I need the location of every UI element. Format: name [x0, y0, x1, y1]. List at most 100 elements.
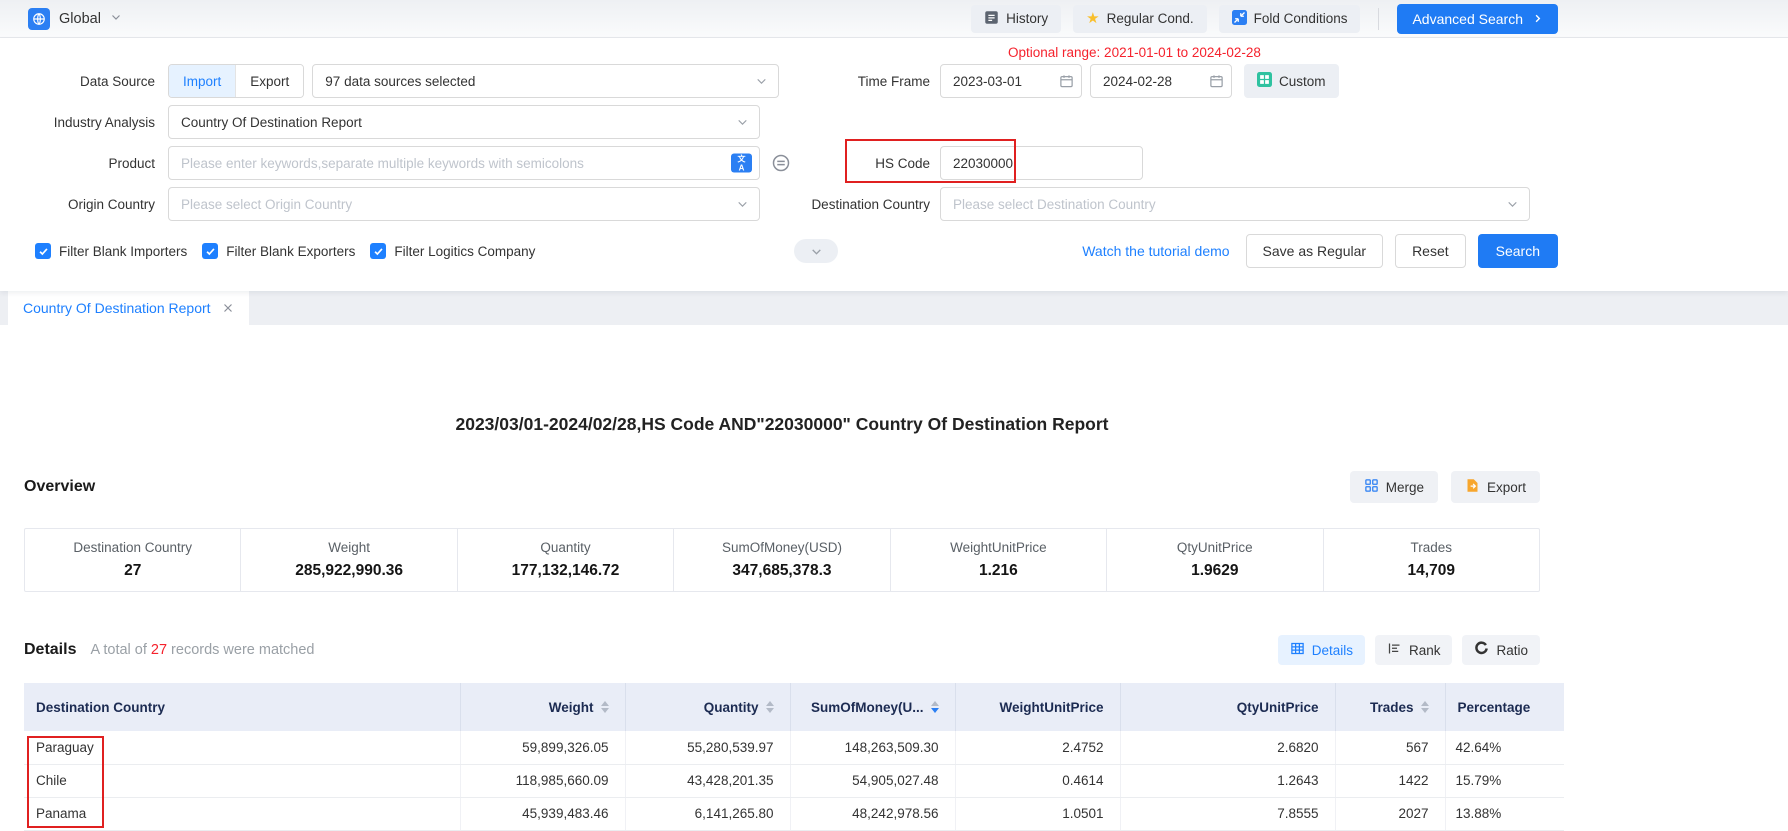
product-input-wrap: 文A: [168, 146, 760, 180]
data-cell: 2.4752: [955, 731, 1120, 764]
export-toggle[interactable]: Export: [235, 65, 303, 97]
data-cell: 118,985,660.09: [460, 764, 625, 797]
checkbox-checked-icon[interactable]: [202, 243, 218, 259]
details-table: Destination CountryWeightQuantitySumOfMo…: [24, 683, 1564, 831]
data-cell: 15.79%: [1445, 764, 1564, 797]
industry-analysis-select[interactable]: Country Of Destination Report: [168, 105, 760, 139]
data-cell: 2027: [1335, 797, 1445, 830]
data-cell: 148,263,509.30: [790, 731, 955, 764]
data-cell: 7.8555: [1120, 797, 1335, 830]
origin-country-label: Origin Country: [0, 197, 155, 212]
table-row[interactable]: Panama45,939,483.466,141,265.8048,242,97…: [24, 797, 1564, 830]
import-toggle[interactable]: Import: [169, 65, 235, 97]
date-end-input[interactable]: [1090, 64, 1232, 98]
tutorial-link[interactable]: Watch the tutorial demo: [1082, 243, 1229, 259]
checkbox-label: Filter Blank Importers: [59, 244, 187, 259]
close-icon[interactable]: [222, 302, 234, 314]
filter-row-data-source: Data Source Import Export 97 data source…: [0, 64, 1565, 98]
collapse-toggle-button[interactable]: [794, 239, 838, 263]
hs-code-input[interactable]: [940, 146, 1143, 180]
data-cell: 0.4614: [955, 764, 1120, 797]
checkbox-checked-icon[interactable]: [370, 243, 386, 259]
stat-value: 1.9629: [1107, 562, 1322, 580]
globe-icon: [28, 8, 50, 30]
chevron-down-icon: [736, 116, 749, 129]
filter-checkbox[interactable]: Filter Blank Importers: [35, 243, 187, 259]
chevron-down-icon: [1506, 198, 1519, 211]
custom-grid-icon: [1257, 72, 1272, 90]
checkbox-label: Filter Logitics Company: [394, 244, 535, 259]
sort-icon[interactable]: [931, 701, 939, 713]
stat-value: 1.216: [891, 562, 1106, 580]
data-cell: 1422: [1335, 764, 1445, 797]
data-cell: 42.64%: [1445, 731, 1564, 764]
stat-label: WeightUnitPrice: [891, 540, 1106, 555]
data-cell: 13.88%: [1445, 797, 1564, 830]
sort-icon[interactable]: [1421, 701, 1429, 713]
column-header[interactable]: SumOfMoney(U...: [790, 683, 955, 731]
export-button[interactable]: Export: [1451, 471, 1540, 503]
origin-country-select[interactable]: Please select Origin Country: [168, 187, 760, 221]
column-header[interactable]: Quantity: [625, 683, 790, 731]
column-header: Percentage: [1445, 683, 1564, 731]
region-selector[interactable]: Global: [28, 8, 122, 30]
export-icon: [1465, 478, 1480, 496]
data-sources-select[interactable]: 97 data sources selected: [312, 64, 779, 98]
sort-icon[interactable]: [766, 701, 774, 713]
destination-country-cell: Chile: [24, 764, 460, 797]
details-header: Details A total of27records were matched…: [24, 635, 1540, 665]
calendar-icon[interactable]: [1209, 74, 1224, 89]
save-as-regular-button[interactable]: Save as Regular: [1246, 234, 1384, 268]
chevron-right-icon: [1532, 11, 1543, 27]
checkbox-checked-icon[interactable]: [35, 243, 51, 259]
chevron-down-icon: [736, 198, 749, 211]
search-button[interactable]: Search: [1478, 234, 1558, 268]
match-summary: A total of27records were matched: [90, 642, 314, 658]
checkbox-group: Filter Blank Importers Filter Blank Expor…: [35, 243, 550, 259]
table-row[interactable]: Chile118,985,660.0943,428,201.3554,905,0…: [24, 764, 1564, 797]
destination-country-select[interactable]: Please select Destination Country: [940, 187, 1530, 221]
calendar-icon[interactable]: [1059, 74, 1074, 89]
history-button[interactable]: History: [971, 5, 1061, 33]
view-details-button[interactable]: Details: [1278, 635, 1365, 665]
view-ratio-button[interactable]: Ratio: [1462, 635, 1540, 665]
date-start-input[interactable]: [940, 64, 1082, 98]
merge-button[interactable]: Merge: [1350, 471, 1438, 503]
reset-button[interactable]: Reset: [1395, 234, 1466, 268]
fold-conditions-button[interactable]: Fold Conditions: [1219, 5, 1361, 33]
data-cell: 2.6820: [1120, 731, 1335, 764]
stat-label: Quantity: [458, 540, 673, 555]
destination-country-cell: Paraguay: [24, 731, 460, 764]
data-cell: 55,280,539.97: [625, 731, 790, 764]
table-icon: [1290, 641, 1305, 659]
view-toggle: Details Rank Ratio: [1278, 635, 1540, 665]
filter-checkbox[interactable]: Filter Blank Exporters: [202, 243, 355, 259]
view-rank-button[interactable]: Rank: [1375, 635, 1453, 665]
advanced-search-button[interactable]: Advanced Search: [1397, 4, 1558, 34]
translate-icon[interactable]: 文A: [731, 154, 752, 173]
overview-stat: Trades14,709: [1323, 529, 1539, 591]
regular-cond-button[interactable]: ★ Regular Cond.: [1073, 5, 1207, 33]
stat-value: 27: [25, 562, 240, 580]
data-cell: 6,141,265.80: [625, 797, 790, 830]
filter-row-industry: Industry Analysis Country Of Destination…: [0, 105, 1565, 139]
report-content: 2023/03/01-2024/02/28,HS Code AND"220300…: [0, 411, 1788, 831]
filter-checkbox[interactable]: Filter Logitics Company: [370, 243, 535, 259]
table-row[interactable]: Paraguay59,899,326.0555,280,539.97148,26…: [24, 731, 1564, 764]
column-header: QtyUnitPrice: [1120, 683, 1335, 731]
history-icon: [984, 10, 999, 28]
column-header[interactable]: Trades: [1335, 683, 1445, 731]
merge-icon: [1364, 478, 1379, 496]
stat-value: 285,922,990.36: [241, 562, 456, 580]
custom-range-button[interactable]: Custom: [1244, 64, 1339, 98]
column-header[interactable]: Weight: [460, 683, 625, 731]
stat-label: Destination Country: [25, 540, 240, 555]
overview-heading: Overview: [24, 478, 95, 496]
stat-label: QtyUnitPrice: [1107, 540, 1322, 555]
sort-icon[interactable]: [601, 701, 609, 713]
details-heading: Details: [24, 641, 76, 659]
checkbox-label: Filter Blank Exporters: [226, 244, 355, 259]
tab-country-of-destination-report[interactable]: Country Of Destination Report: [8, 291, 249, 325]
overview-stat: WeightUnitPrice 1.216: [890, 529, 1106, 591]
product-input[interactable]: [168, 146, 760, 180]
